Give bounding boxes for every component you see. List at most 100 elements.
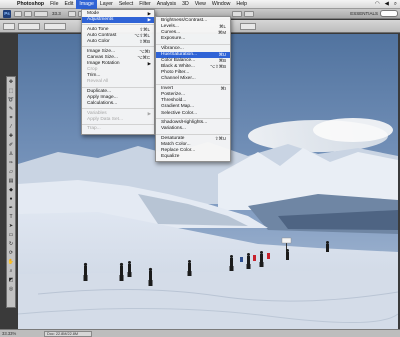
- bridge-button[interactable]: [14, 11, 22, 17]
- menu-analysis[interactable]: Analysis: [154, 0, 179, 9]
- option-toggle[interactable]: [240, 23, 256, 30]
- menu-item-label: Gradient Map...: [161, 104, 195, 110]
- option-dropdown[interactable]: [18, 23, 40, 30]
- zoom-tool-icon[interactable]: ⌕: [7, 267, 15, 275]
- marquee-tool-icon[interactable]: ⬚: [7, 87, 15, 95]
- wifi-icon[interactable]: ◠: [375, 0, 380, 9]
- hand-tool-icon[interactable]: ✋: [7, 258, 15, 266]
- menu-window[interactable]: Window: [209, 0, 233, 9]
- menu-file[interactable]: File: [47, 0, 61, 9]
- menu-item-label: Brightness/Contrast...: [161, 18, 208, 23]
- adjustments-item-selective-color[interactable]: Selective Color...: [156, 111, 230, 117]
- color-swatches-icon[interactable]: ◩: [7, 276, 15, 284]
- menu-separator: [82, 108, 154, 110]
- menu-item-label: Auto Contrast: [87, 32, 117, 38]
- menu-item-label: Shadows/Highlights...: [161, 120, 208, 126]
- menu-item-label: Trim...: [87, 73, 101, 79]
- menu-item-label: Photo Filter...: [161, 70, 190, 76]
- dodge-tool-icon[interactable]: ●: [7, 195, 15, 203]
- status-bar: 33.33% Doc: 22.8M/22.8M: [0, 329, 400, 337]
- menu-separator: [82, 86, 154, 88]
- mini-bridge-button[interactable]: [24, 11, 32, 17]
- tool-preset-picker[interactable]: [3, 23, 15, 30]
- menu-view[interactable]: View: [192, 0, 209, 9]
- quick-mask-icon[interactable]: ◎: [7, 285, 15, 293]
- menu-filter[interactable]: Filter: [136, 0, 154, 9]
- adjustments-item-equalize[interactable]: Equalize: [156, 154, 230, 160]
- option-field[interactable]: [44, 23, 66, 30]
- image-menu: Mode ▶ Adjustments ▶ Auto Tone ⇧⌘L Auto Contra…: [81, 9, 155, 135]
- blur-tool-icon[interactable]: ◆: [7, 186, 15, 194]
- arrange-documents-button[interactable]: [232, 11, 242, 17]
- lasso-tool-icon[interactable]: ➰: [7, 96, 15, 104]
- gradient-tool-icon[interactable]: ▤: [7, 177, 15, 185]
- volume-icon[interactable]: ◀: [385, 0, 389, 9]
- eraser-tool-icon[interactable]: ▱: [7, 168, 15, 176]
- menu-select[interactable]: Select: [116, 0, 136, 9]
- menu-separator: [156, 117, 230, 119]
- hand-tool-button[interactable]: [68, 11, 76, 17]
- menu-item-label: Desaturate: [161, 135, 185, 141]
- menu-item-label: Channel Mixer...: [161, 76, 196, 82]
- workspace-switcher[interactable]: ESSENTIALS: [350, 10, 378, 18]
- quick-select-tool-icon[interactable]: ✎: [7, 105, 15, 113]
- healing-tool-icon[interactable]: ✚: [7, 132, 15, 140]
- menu-item-label: Image Rotation: [87, 60, 120, 66]
- 3d-orbit-tool-icon[interactable]: ⟳: [7, 249, 15, 257]
- menu-3d[interactable]: 3D: [179, 0, 192, 9]
- photoshop-logo: Ps: [3, 10, 11, 18]
- menu-item-label: Posterize...: [161, 92, 185, 98]
- menu-separator: [156, 43, 230, 45]
- zoom-readout[interactable]: 33.33%: [2, 331, 16, 336]
- spotlight-icon[interactable]: ⌕: [394, 0, 397, 9]
- menu-separator: [156, 83, 230, 85]
- menu-item-label: Apply Data Set...: [87, 116, 123, 122]
- adjustments-item-variations[interactable]: Variations...: [156, 126, 230, 132]
- image-menu-item-calculations[interactable]: Calculations...: [82, 101, 154, 107]
- help-search-input[interactable]: [380, 10, 398, 17]
- crop-tool-icon[interactable]: ⌗: [7, 114, 15, 122]
- menu-item-shortcut: ⇧⌘B: [139, 38, 150, 44]
- menu-help[interactable]: Help: [233, 0, 250, 9]
- zoom-level-field[interactable]: 33.3: [52, 10, 61, 18]
- menu-edit[interactable]: Edit: [61, 0, 76, 9]
- screen-mode-button[interactable]: [244, 11, 254, 17]
- adjustments-item-exposure[interactable]: Exposure...: [156, 36, 230, 42]
- image-menu-item-adjustments[interactable]: Adjustments ▶: [82, 17, 154, 24]
- menu-item-label: Variations...: [161, 126, 186, 132]
- menu-item-label: Canvas Size...: [87, 54, 118, 60]
- menu-item-label: Apply Image...: [87, 94, 118, 100]
- path-select-tool-icon[interactable]: ➤: [7, 222, 15, 230]
- image-menu-item-reveal-all: Reveal All: [82, 79, 154, 85]
- menu-bar: Photoshop File Edit Image Layer Select F…: [0, 0, 400, 9]
- history-brush-tool-icon[interactable]: ✑: [7, 159, 15, 167]
- adjustments-submenu: Brightness/Contrast... Levels... ⌘L Curves.…: [155, 16, 231, 163]
- adjustments-item-channel-mixer[interactable]: Channel Mixer...: [156, 76, 230, 82]
- image-menu-item-apply-data-set: Apply Data Set...: [82, 117, 154, 123]
- type-tool-icon[interactable]: T: [7, 213, 15, 221]
- menubar-extras: ◠ ◀ ⌕: [375, 0, 400, 9]
- menu-layer[interactable]: Layer: [97, 0, 116, 9]
- move-tool-icon[interactable]: ✥: [7, 78, 15, 86]
- pen-tool-icon[interactable]: ✒: [7, 204, 15, 212]
- menu-item-label: Levels...: [161, 24, 179, 30]
- menu-item-label: Selective Color...: [161, 110, 197, 116]
- menu-item-label: Equalize: [161, 154, 180, 160]
- brush-tool-icon[interactable]: ✐: [7, 141, 15, 149]
- document-info[interactable]: Doc: 22.8M/22.8M: [44, 330, 92, 337]
- menu-photoshop[interactable]: Photoshop: [14, 0, 47, 9]
- submenu-arrow-icon: ▶: [147, 17, 151, 23]
- menu-separator: [82, 24, 154, 26]
- clone-stamp-tool-icon[interactable]: ♙: [7, 150, 15, 158]
- menu-image[interactable]: Image: [76, 0, 97, 9]
- menu-item-label: Duplicate...: [87, 88, 111, 94]
- menu-item-label: Threshold...: [161, 98, 187, 104]
- menu-item-label: Curves...: [161, 30, 181, 36]
- view-extras-dropdown[interactable]: [34, 11, 48, 17]
- menu-item-label: Color Balance...: [161, 58, 196, 64]
- eyedropper-tool-icon[interactable]: ⁄: [7, 123, 15, 131]
- shape-tool-icon[interactable]: ▭: [7, 231, 15, 239]
- 3d-rotate-tool-icon[interactable]: ↻: [7, 240, 15, 248]
- menu-item-label: Black & White...: [161, 64, 195, 70]
- image-menu-item-auto-color[interactable]: Auto Color ⇧⌘B: [82, 39, 154, 45]
